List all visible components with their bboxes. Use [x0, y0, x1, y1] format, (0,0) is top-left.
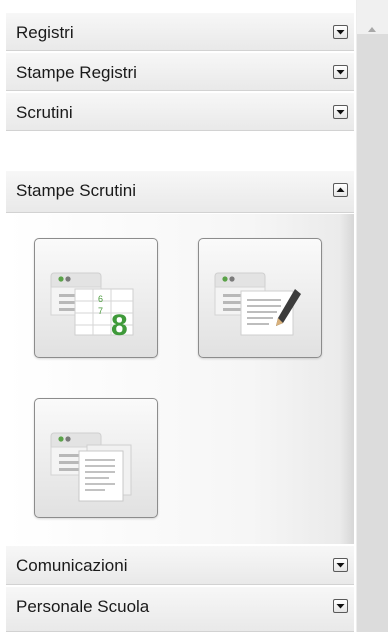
scroll-up-button[interactable] — [357, 0, 388, 34]
svg-text:6: 6 — [98, 294, 103, 304]
section-label: Registri — [16, 23, 74, 42]
scroll-up-arrow-icon — [368, 27, 376, 32]
print-grades-icon: 6 7 8 — [50, 272, 134, 342]
expand-arrow-icon[interactable] — [333, 65, 348, 79]
svg-text:7: 7 — [98, 306, 103, 316]
section-label: Personale Scuola — [16, 597, 150, 616]
expand-arrow-icon[interactable] — [333, 105, 348, 119]
section-header-personale-scuola[interactable]: Personale Scuola — [6, 586, 354, 632]
section-header-scrutini[interactable]: Scrutini — [6, 92, 354, 131]
section-header-registri[interactable]: Registri — [6, 12, 354, 51]
expand-arrow-icon[interactable] — [333, 599, 348, 613]
svg-text:8: 8 — [111, 309, 128, 342]
content-edge-shadow — [340, 214, 354, 544]
section-header-comunicazioni[interactable]: Comunicazioni — [6, 545, 354, 585]
expand-arrow-icon[interactable] — [333, 558, 348, 572]
print-grades-tile[interactable]: 6 7 8 — [34, 238, 158, 358]
print-documents-tile[interactable] — [34, 398, 158, 518]
print-edit-document-tile[interactable] — [198, 238, 322, 358]
section-header-stampe-registri[interactable]: Stampe Registri — [6, 52, 354, 91]
section-content-stampe-scrutini: 6 7 8 — [6, 214, 354, 544]
section-label: Stampe Registri — [16, 63, 137, 82]
expand-arrow-icon[interactable] — [333, 25, 348, 39]
section-label: Scrutini — [16, 103, 73, 122]
vertical-scrollbar[interactable] — [356, 0, 388, 632]
print-documents-icon — [50, 432, 132, 502]
section-header-stampe-scrutini[interactable]: Stampe Scrutini — [6, 170, 354, 213]
section-label: Stampe Scrutini — [16, 181, 136, 200]
section-label: Comunicazioni — [16, 556, 128, 575]
sidebar-accordion-menu: Registri Stampe Registri Scrutini Stampe… — [6, 0, 354, 632]
print-edit-document-icon — [214, 272, 301, 336]
collapse-arrow-icon[interactable] — [333, 183, 348, 197]
